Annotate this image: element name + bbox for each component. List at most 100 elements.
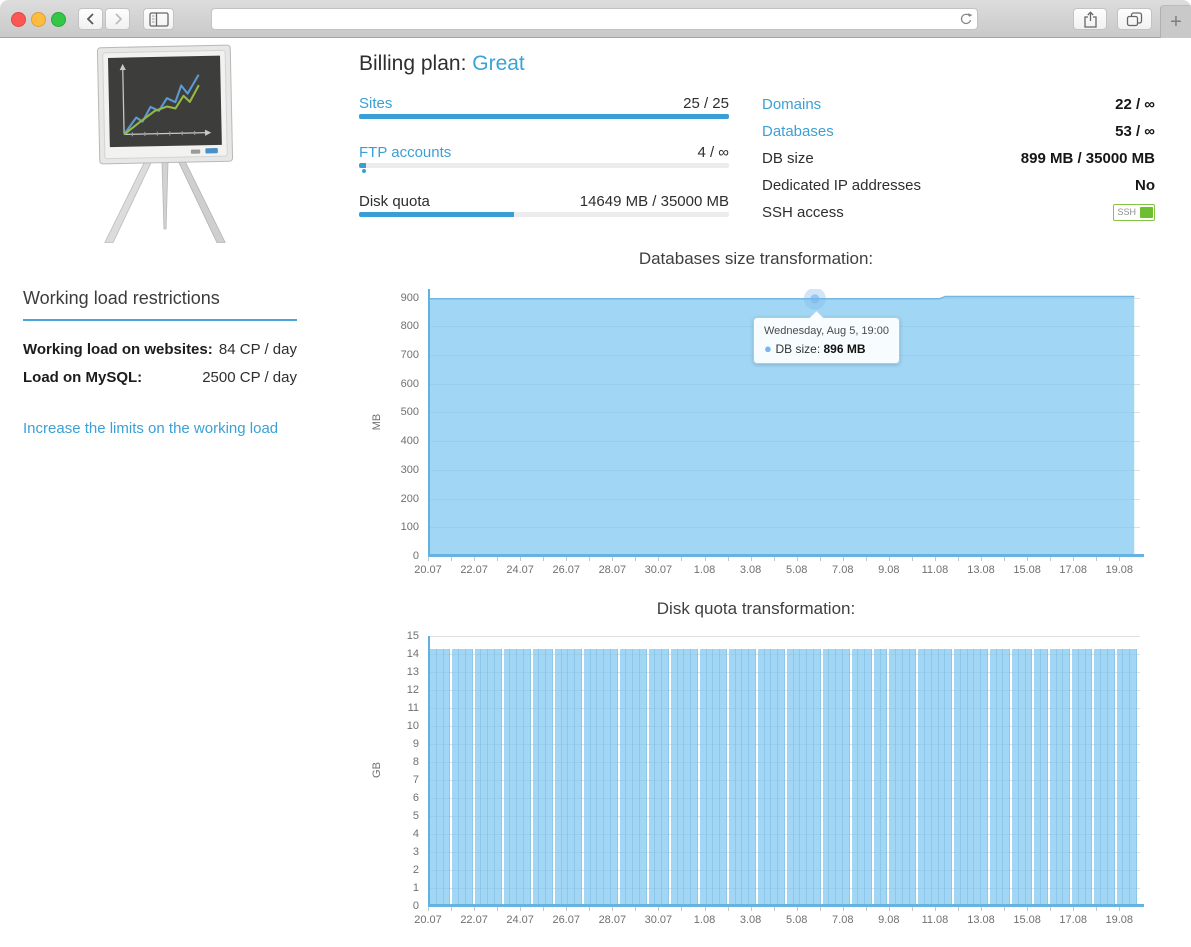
y-axis-tick-label: 12	[363, 684, 419, 696]
quota-label-link[interactable]: FTP accounts	[359, 144, 451, 161]
x-axis-tick	[728, 557, 729, 561]
x-axis-tick-label: 9.08	[864, 914, 914, 926]
zoom-button[interactable]	[51, 12, 66, 27]
x-axis-tick-label: 13.08	[956, 564, 1006, 576]
databases-size-chart: Databases size transformation:0100200300…	[363, 249, 1149, 594]
x-axis-tick-label: 5.08	[772, 564, 822, 576]
x-axis-tick-label: 20.07	[403, 914, 453, 926]
disk-quota-column	[604, 649, 611, 904]
x-axis-tick-label: 1.08	[680, 914, 730, 926]
disk-quota-column	[729, 649, 736, 904]
x-axis-tick	[1004, 557, 1005, 561]
x-axis-tick	[1119, 907, 1120, 911]
disk-quota-column	[700, 649, 707, 904]
x-axis-tick	[474, 557, 475, 561]
x-axis-tick	[681, 557, 682, 561]
disk-quota-column	[807, 649, 814, 904]
disk-quota-column	[903, 649, 910, 904]
chart-title: Disk quota transformation:	[363, 599, 1149, 619]
x-axis-tick	[705, 907, 706, 911]
x-axis-tick-label: 1.08	[680, 564, 730, 576]
x-axis-tick	[681, 907, 682, 911]
x-axis-line	[428, 554, 1144, 557]
disk-quota-column	[1019, 649, 1026, 904]
share-button[interactable]	[1073, 8, 1107, 30]
working-load-heading: Working load restrictions	[23, 288, 297, 321]
x-axis-tick	[705, 557, 706, 561]
disk-quota-column	[459, 649, 466, 904]
refresh-icon[interactable]	[955, 12, 977, 26]
x-axis-tick	[589, 557, 590, 561]
y-axis-tick-label: 700	[363, 349, 419, 361]
disk-quota-column	[852, 649, 859, 904]
x-axis-tick-label: 7.08	[818, 914, 868, 926]
x-axis-tick	[728, 907, 729, 911]
detail-label-link[interactable]: Domains	[762, 96, 821, 113]
x-axis-tick-label: 5.08	[772, 914, 822, 926]
quota-row: FTP accounts4 / ∞	[359, 144, 729, 161]
disk-quota-column	[954, 649, 961, 904]
x-axis-tick	[1096, 557, 1097, 561]
detail-row: DB size899 MB / 35000 MB	[762, 149, 1155, 167]
x-axis-tick	[912, 907, 913, 911]
minimize-button[interactable]	[31, 12, 46, 27]
chevron-left-icon	[84, 12, 98, 26]
disk-quota-column	[481, 649, 488, 904]
quota-label-link[interactable]: Sites	[359, 95, 392, 112]
series-marker-icon: ●	[764, 341, 775, 356]
y-axis-tick-label: 6	[363, 792, 419, 804]
disk-quota-column	[584, 649, 591, 904]
chevron-right-icon	[111, 12, 125, 26]
disk-quota-column	[765, 649, 772, 904]
chart-plot-area[interactable]	[428, 636, 1140, 906]
tabs-overview-button[interactable]	[1117, 8, 1152, 30]
x-axis-tick	[566, 907, 567, 911]
x-axis-tick	[843, 907, 844, 911]
x-axis-tick	[1027, 907, 1028, 911]
address-bar[interactable]	[211, 8, 978, 30]
disk-quota-column	[633, 649, 640, 904]
x-axis-tick	[612, 557, 613, 561]
quota-value: 25 / 25	[683, 95, 729, 112]
x-axis-tick-label: 9.08	[864, 564, 914, 576]
detail-value: 22 / ∞	[1115, 96, 1155, 113]
forward-button[interactable]	[105, 8, 130, 30]
stat-value: 2500 CP / day	[202, 369, 297, 386]
x-axis-tick-label: 24.07	[495, 564, 545, 576]
y-axis-tick-label: 4	[363, 828, 419, 840]
disk-quota-column	[787, 649, 794, 904]
x-axis-tick-label: 19.08	[1094, 914, 1144, 926]
disk-quota-column	[626, 649, 633, 904]
x-axis-tick	[1050, 907, 1051, 911]
x-axis-tick-label: 7.08	[818, 564, 868, 576]
y-axis-tick-label: 0	[363, 900, 419, 912]
disk-quota-column	[961, 649, 968, 904]
disk-quota-column	[968, 649, 975, 904]
detail-label-link[interactable]: Databases	[762, 123, 834, 140]
x-axis-tick	[428, 557, 429, 561]
back-button[interactable]	[78, 8, 103, 30]
billing-plan-label: Billing plan:	[359, 52, 466, 75]
detail-label-text: DB size	[762, 150, 814, 167]
url-input[interactable]	[212, 10, 955, 28]
x-axis-tick	[635, 907, 636, 911]
disk-quota-column	[829, 649, 836, 904]
x-axis-tick	[1050, 557, 1051, 561]
close-button[interactable]	[11, 12, 26, 27]
y-axis-title: GB	[371, 750, 383, 790]
disk-quota-column	[568, 649, 575, 904]
disk-quota-column	[1086, 649, 1093, 904]
billing-plan-link[interactable]: Great	[472, 52, 525, 75]
tooltip-series-label: DB size:	[775, 342, 823, 356]
y-axis-tick-label: 600	[363, 378, 419, 390]
quota-value: 14649 MB / 35000 MB	[580, 193, 729, 210]
sidebar-toggle-button[interactable]	[143, 8, 174, 30]
increase-limits-link[interactable]: Increase the limits on the working load	[23, 420, 278, 437]
x-axis-tick-label: 28.07	[587, 564, 637, 576]
disk-quota-column	[707, 649, 714, 904]
new-tab-button[interactable]: +	[1160, 5, 1191, 38]
x-axis-tick	[1073, 907, 1074, 911]
disk-quota-column	[758, 649, 765, 904]
stat-label: Working load on websites:	[23, 341, 213, 358]
working-load-stat-row: Load on MySQL:2500 CP / day	[23, 369, 297, 386]
